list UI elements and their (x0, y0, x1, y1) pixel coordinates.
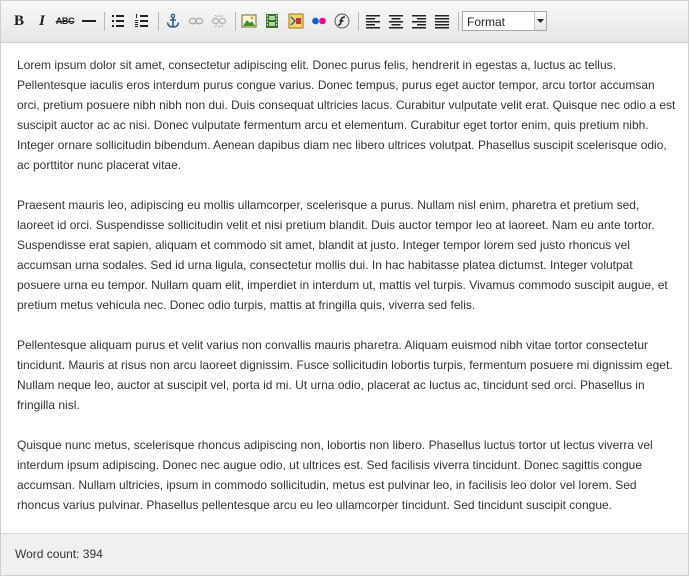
rich-text-editor: B I ABC Format Lorem ipsum dolor sit ame… (0, 0, 689, 576)
strikethrough-button[interactable]: ABC (54, 10, 76, 32)
anchor-button[interactable] (162, 10, 184, 32)
dropdown-arrow-icon (534, 12, 546, 30)
media-icon (288, 13, 304, 29)
film-strip-icon (266, 14, 278, 28)
bold-button[interactable]: B (8, 10, 30, 32)
word-count: Word count: 394 (15, 547, 103, 561)
toolbar-separator (104, 12, 105, 31)
unlink-icon (211, 14, 227, 28)
strikethrough-icon: ABC (55, 15, 75, 26)
align-left-button[interactable] (362, 10, 384, 32)
content-paragraph: Pellentesque aliquam purus et velit vari… (17, 338, 673, 412)
content-paragraph: Lorem ipsum dolor sit amet, consectetur … (17, 58, 676, 172)
anchor-icon (166, 13, 180, 28)
flickr-icon (312, 17, 326, 25)
insert-image-button[interactable] (238, 10, 260, 32)
content-paragraph: Quisque nunc metus, scelerisque rhoncus … (17, 438, 653, 512)
editor-statusbar: Word count: 394 (1, 533, 688, 575)
format-select-value: Format (467, 15, 506, 29)
align-center-icon (389, 15, 403, 29)
horizontal-rule-button[interactable] (78, 10, 100, 32)
editor-toolbar: B I ABC Format (1, 1, 688, 43)
bold-icon: B (13, 12, 24, 29)
flash-icon (334, 13, 350, 29)
numbered-list-button[interactable] (131, 10, 153, 32)
align-left-icon (366, 15, 380, 29)
italic-icon: I (39, 12, 45, 29)
format-select[interactable]: Format (462, 11, 547, 31)
content-paragraph: Praesent mauris leo, adipiscing eu molli… (17, 198, 668, 312)
editor-content[interactable]: Lorem ipsum dolor sit amet, consectetur … (17, 55, 677, 535)
image-icon (241, 14, 257, 28)
link-icon (188, 17, 204, 25)
align-center-button[interactable] (385, 10, 407, 32)
bullet-list-icon (112, 15, 124, 27)
toolbar-separator (458, 12, 459, 31)
unlink-button[interactable] (208, 10, 230, 32)
toolbar-separator (235, 12, 236, 31)
italic-button[interactable]: I (31, 10, 53, 32)
align-justify-button[interactable] (431, 10, 453, 32)
align-right-button[interactable] (408, 10, 430, 32)
insert-flickr-button[interactable] (308, 10, 330, 32)
align-right-icon (412, 15, 426, 29)
bullet-list-button[interactable] (107, 10, 129, 32)
align-justify-icon (435, 15, 449, 29)
insert-flash-button[interactable] (331, 10, 353, 32)
insert-media-button[interactable] (285, 10, 307, 32)
horizontal-rule-icon (82, 20, 96, 22)
insert-video-button[interactable] (261, 10, 283, 32)
insert-link-button[interactable] (185, 10, 207, 32)
numbered-list-icon (135, 14, 148, 27)
toolbar-separator (158, 12, 159, 31)
toolbar-separator (358, 12, 359, 31)
